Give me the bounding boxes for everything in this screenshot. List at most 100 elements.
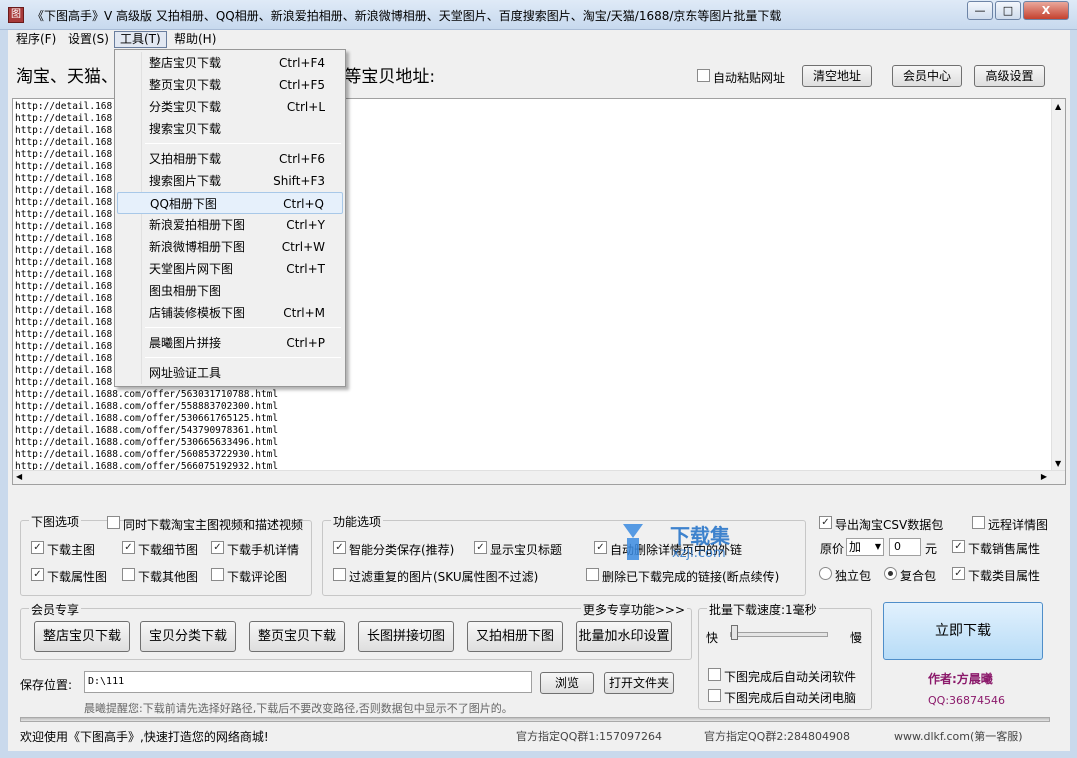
tools-menu-item[interactable]: 天堂图片网下图 Ctrl+T — [117, 258, 343, 280]
other-img-checkbox[interactable] — [122, 568, 135, 581]
member-page-download-button[interactable]: 整页宝贝下载 — [249, 621, 345, 652]
close-pc-checkbox[interactable] — [708, 689, 721, 702]
menu-item-shortcut: Ctrl+L — [286, 100, 325, 114]
menu-item-label: 整店宝贝下载 — [149, 56, 222, 70]
remote-detail-label: 远程详情图 — [988, 518, 1049, 532]
tools-menu-item[interactable]: 图虫相册下图 — [117, 280, 343, 302]
delete-done-checkbox[interactable] — [586, 568, 599, 581]
show-title-label: 显示宝贝标题 — [490, 543, 563, 557]
member-category-download-button[interactable]: 宝贝分类下载 — [140, 621, 236, 652]
member-title: 会员专享 — [29, 601, 82, 618]
menu-separator — [145, 327, 341, 328]
more-features-link[interactable]: 更多专享功能>>> — [580, 601, 687, 618]
tools-menu-item[interactable]: QQ相册下图 Ctrl+Q — [117, 192, 343, 214]
save-label: 保存位置: — [20, 678, 73, 692]
comment-img-label: 下载评论图 — [227, 570, 288, 584]
menu-item-label: 网址验证工具 — [149, 366, 222, 380]
menu-bar: 程序(F) 设置(S) 工具(T) 帮助(H) — [8, 30, 1070, 49]
window-title: 《下图高手》V 高级版 又拍相册、QQ相册、新浪爱拍相册、新浪微博相册、天堂图片… — [32, 9, 782, 23]
menu-item-shortcut: Ctrl+P — [286, 336, 325, 350]
member-shop-download-button[interactable]: 整店宝贝下载 — [34, 621, 130, 652]
menu-item-shortcut: Shift+F3 — [273, 174, 325, 188]
vertical-scrollbar[interactable]: ▲ ▼ — [1051, 99, 1065, 471]
tools-menu-item[interactable]: 晨曦图片拼接 Ctrl+P — [117, 332, 343, 354]
combo-pack-radio[interactable] — [884, 567, 897, 580]
speed-slow-label: 慢 — [850, 631, 863, 645]
price-unit: 元 — [925, 542, 938, 556]
attr-img-checkbox[interactable]: ✓ — [31, 568, 44, 581]
menu-item-shortcut: Ctrl+T — [286, 262, 325, 276]
member-center-button[interactable]: 会员中心 — [892, 65, 962, 87]
auto-remove-checkbox[interactable]: ✓ — [594, 541, 607, 554]
close-button[interactable]: X — [1023, 1, 1069, 20]
mobile-detail-checkbox[interactable]: ✓ — [211, 541, 224, 554]
scroll-down-icon[interactable]: ▼ — [1055, 459, 1061, 468]
browse-button[interactable]: 浏览 — [540, 672, 594, 694]
sales-attr-checkbox[interactable]: ✓ — [952, 540, 965, 553]
menu-item-label: 新浪微博相册下图 — [149, 240, 246, 254]
export-csv-label: 导出淘宝CSV数据包 — [835, 518, 944, 532]
remote-detail-checkbox[interactable] — [972, 516, 985, 529]
menu-item-label: 搜索宝贝下载 — [149, 122, 222, 136]
clear-url-button[interactable]: 清空地址 — [802, 65, 872, 87]
tools-menu-item[interactable]: 新浪微博相册下图 Ctrl+W — [117, 236, 343, 258]
tools-menu-item[interactable]: 整店宝贝下载 Ctrl+F4 — [117, 52, 343, 74]
scroll-left-icon[interactable]: ◀ — [16, 472, 22, 481]
minimize-button[interactable]: — — [967, 1, 993, 20]
maximize-button[interactable]: □ — [995, 1, 1021, 20]
delete-done-label: 删除已下载完成的链接(断点续传) — [602, 570, 780, 584]
speed-slider-thumb[interactable] — [731, 625, 738, 640]
main-img-label: 下载主图 — [47, 543, 96, 557]
close-app-checkbox[interactable] — [708, 668, 721, 681]
open-folder-button[interactable]: 打开文件夹 — [604, 672, 674, 694]
speed-slider-track[interactable] — [730, 632, 828, 637]
scroll-right-icon[interactable]: ▶ — [1041, 472, 1047, 481]
video-checkbox[interactable] — [107, 516, 120, 529]
tools-menu-item[interactable]: 新浪爱拍相册下图 Ctrl+Y — [117, 214, 343, 236]
smart-save-checkbox[interactable]: ✓ — [333, 541, 346, 554]
download-arrow-icon — [623, 524, 643, 560]
menu-program[interactable]: 程序(F) — [10, 31, 62, 48]
tools-menu-item[interactable]: 搜索图片下载 Shift+F3 — [117, 170, 343, 192]
horizontal-scrollbar[interactable]: ◀ ▶ — [13, 470, 1065, 484]
menu-item-shortcut: Ctrl+Y — [286, 218, 325, 232]
tools-menu-item[interactable]: 搜索宝贝下载 — [117, 118, 343, 140]
tools-menu-item[interactable]: 店铺装修模板下图 Ctrl+M — [117, 302, 343, 324]
function-options-title: 功能选项 — [331, 513, 384, 530]
tools-menu-item[interactable]: 分类宝贝下载 Ctrl+L — [117, 96, 343, 118]
show-title-checkbox[interactable]: ✓ — [474, 541, 487, 554]
close-pc-label: 下图完成后自动关闭电脑 — [724, 691, 857, 705]
tools-menu-item[interactable]: 整页宝贝下载 Ctrl+F5 — [117, 74, 343, 96]
filter-dup-checkbox[interactable] — [333, 568, 346, 581]
advanced-settings-button[interactable]: 高级设置 — [974, 65, 1045, 87]
save-path-input[interactable]: D:\111 — [84, 671, 532, 693]
member-watermark-button[interactable]: 批量加水印设置 — [576, 621, 672, 652]
menu-separator — [145, 143, 341, 144]
auto-paste-checkbox[interactable] — [697, 69, 710, 82]
tools-menu-item[interactable]: 网址验证工具 — [117, 362, 343, 384]
comment-img-checkbox[interactable] — [211, 568, 224, 581]
member-long-image-button[interactable]: 长图拼接切图 — [358, 621, 454, 652]
detail-img-checkbox[interactable]: ✓ — [122, 541, 135, 554]
main-img-checkbox[interactable]: ✓ — [31, 541, 44, 554]
tools-dropdown-menu: 整店宝贝下载 Ctrl+F4 整页宝贝下载 Ctrl+F5 分类宝贝下载 Ctrl+L 搜索… — [114, 49, 346, 387]
menu-item-label: 分类宝贝下载 — [149, 100, 222, 114]
category-attr-checkbox[interactable]: ✓ — [952, 567, 965, 580]
progress-bar — [20, 717, 1050, 722]
tools-menu-item[interactable]: 又拍相册下载 Ctrl+F6 — [117, 148, 343, 170]
scroll-up-icon[interactable]: ▲ — [1055, 102, 1061, 111]
price-op-select[interactable]: 加 ▼ — [846, 538, 884, 556]
status-welcome: 欢迎使用《下图高手》,快速打造您的网络商城! — [20, 730, 269, 744]
price-input[interactable]: 0 — [889, 538, 921, 556]
filter-dup-label: 过滤重复的图片(SKU属性图不过滤) — [349, 570, 539, 584]
single-pack-radio[interactable] — [819, 567, 832, 580]
qq-label: QQ:36874546 — [928, 694, 1006, 707]
export-csv-checkbox[interactable]: ✓ — [819, 516, 832, 529]
menu-settings[interactable]: 设置(S) — [62, 31, 115, 48]
menu-tools[interactable]: 工具(T) — [114, 31, 167, 48]
start-download-button[interactable]: 立即下载 — [883, 602, 1043, 660]
close-app-label: 下图完成后自动关闭软件 — [724, 670, 857, 684]
member-youpai-button[interactable]: 又拍相册下图 — [467, 621, 563, 652]
menu-item-shortcut: Ctrl+W — [281, 240, 325, 254]
menu-help[interactable]: 帮助(H) — [168, 31, 222, 48]
